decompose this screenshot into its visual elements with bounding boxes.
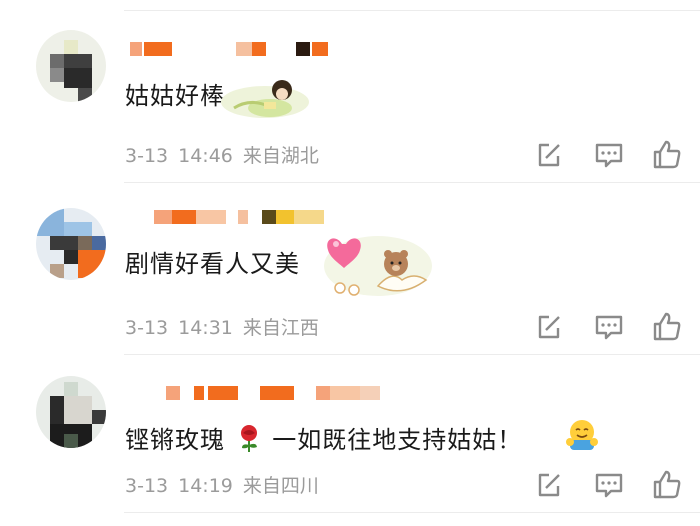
heart-and-bear-sticker [324,236,432,296]
comment-text: 铿锵玫瑰 一如既往地支持姑姑！ [125,420,522,455]
avatar[interactable] [36,376,106,448]
girl-reading-sticker [221,80,309,118]
avatar[interactable] [36,30,106,102]
comment-text: 剧情好看人又美 [125,250,300,278]
divider [124,512,700,513]
comment-icon[interactable] [592,468,626,502]
comment-date: 3-13 [125,475,169,497]
comment-text: 姑姑好棒 [125,82,225,110]
comment-location: 来自湖北 [242,145,319,167]
comment-text-part: 一如既往地支持姑姑！ [272,426,523,454]
comment-meta: 3-13 14:46 来自湖北 [125,141,319,168]
comment-time: 14:19 [178,475,233,497]
comment-item: 铿锵玫瑰 一如既往地支持姑姑！ 3-13 14:19 来自四川 [0,354,700,526]
comment-actions [510,310,700,344]
share-icon[interactable] [532,468,566,502]
comment-meta: 3-13 14:31 来自江西 [125,313,319,340]
comment-actions [510,468,700,502]
comment-actions [510,138,700,172]
comment-date: 3-13 [125,145,169,167]
comment-location: 来自四川 [242,475,319,497]
share-icon[interactable] [532,138,566,172]
hugging-emoji [566,420,598,450]
comment-time: 14:31 [178,317,233,339]
comment-icon[interactable] [592,310,626,344]
comment-item: 剧情好看人又美 3-13 14:31 来自江西 [0,182,700,354]
like-icon[interactable] [650,138,684,172]
like-icon[interactable] [650,310,684,344]
comment-text-part: 铿锵玫瑰 [125,426,225,454]
avatar[interactable] [36,208,106,280]
comment-meta: 3-13 14:19 来自四川 [125,471,319,498]
comment-location: 来自江西 [242,317,319,339]
comment-item: 姑姑好棒 3-13 14:46 来自湖北 [0,10,700,182]
comment-time: 14:46 [178,145,233,167]
share-icon[interactable] [532,310,566,344]
comment-date: 3-13 [125,317,169,339]
like-icon[interactable] [650,468,684,502]
rose-emoji [240,425,257,452]
comment-icon[interactable] [592,138,626,172]
